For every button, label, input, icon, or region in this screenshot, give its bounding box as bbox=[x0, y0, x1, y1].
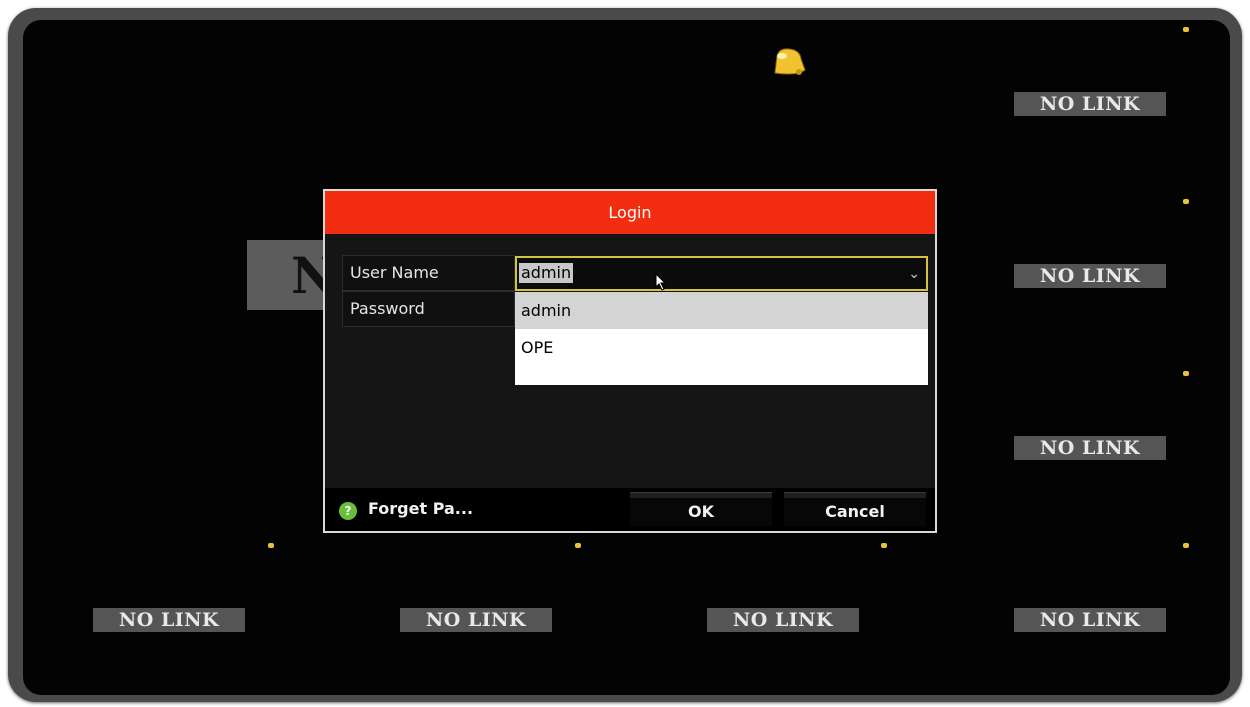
no-link-label: NO LINK bbox=[400, 608, 552, 632]
password-label: Password bbox=[342, 291, 515, 327]
username-row: User Name admin ⌄ bbox=[342, 255, 929, 291]
status-dot bbox=[1183, 199, 1189, 204]
chevron-down-icon[interactable]: ⌄ bbox=[908, 266, 920, 282]
live-view-screen: NO LINK NO LINK NO LINK NO LINK NO LINK … bbox=[23, 20, 1230, 695]
dialog-title: Login bbox=[325, 191, 935, 234]
login-dialog: Login User Name admin ⌄ Password admin O… bbox=[323, 189, 937, 533]
help-icon[interactable]: ? bbox=[339, 502, 357, 520]
username-select[interactable]: admin ⌄ bbox=[515, 256, 928, 291]
dialog-footer: ? Forget Pa... OK Cancel bbox=[325, 488, 935, 531]
username-value: admin bbox=[519, 263, 574, 283]
status-dot bbox=[268, 543, 274, 548]
no-link-label: NO LINK bbox=[1014, 436, 1166, 460]
status-dot bbox=[1183, 371, 1189, 376]
no-link-label: NO LINK bbox=[707, 608, 859, 632]
no-link-label: NO LINK bbox=[1014, 264, 1166, 288]
no-link-label: NO LINK bbox=[1014, 92, 1166, 116]
dropdown-option-admin[interactable]: admin bbox=[515, 292, 928, 329]
no-link-label: NO LINK bbox=[1014, 608, 1166, 632]
bell-icon bbox=[774, 48, 806, 75]
cancel-button[interactable]: Cancel bbox=[784, 492, 926, 526]
status-dot bbox=[575, 543, 581, 548]
ok-button[interactable]: OK bbox=[630, 492, 772, 526]
mouse-cursor-icon bbox=[655, 273, 667, 291]
username-dropdown: admin OPE bbox=[515, 292, 928, 385]
dropdown-option-ope[interactable]: OPE bbox=[515, 329, 928, 366]
forget-password-link[interactable]: Forget Pa... bbox=[368, 499, 473, 518]
status-dot bbox=[881, 543, 887, 548]
username-label: User Name bbox=[342, 255, 515, 291]
no-link-label: NO LINK bbox=[93, 608, 245, 632]
status-dot bbox=[1183, 27, 1189, 32]
status-dot bbox=[1183, 543, 1189, 548]
